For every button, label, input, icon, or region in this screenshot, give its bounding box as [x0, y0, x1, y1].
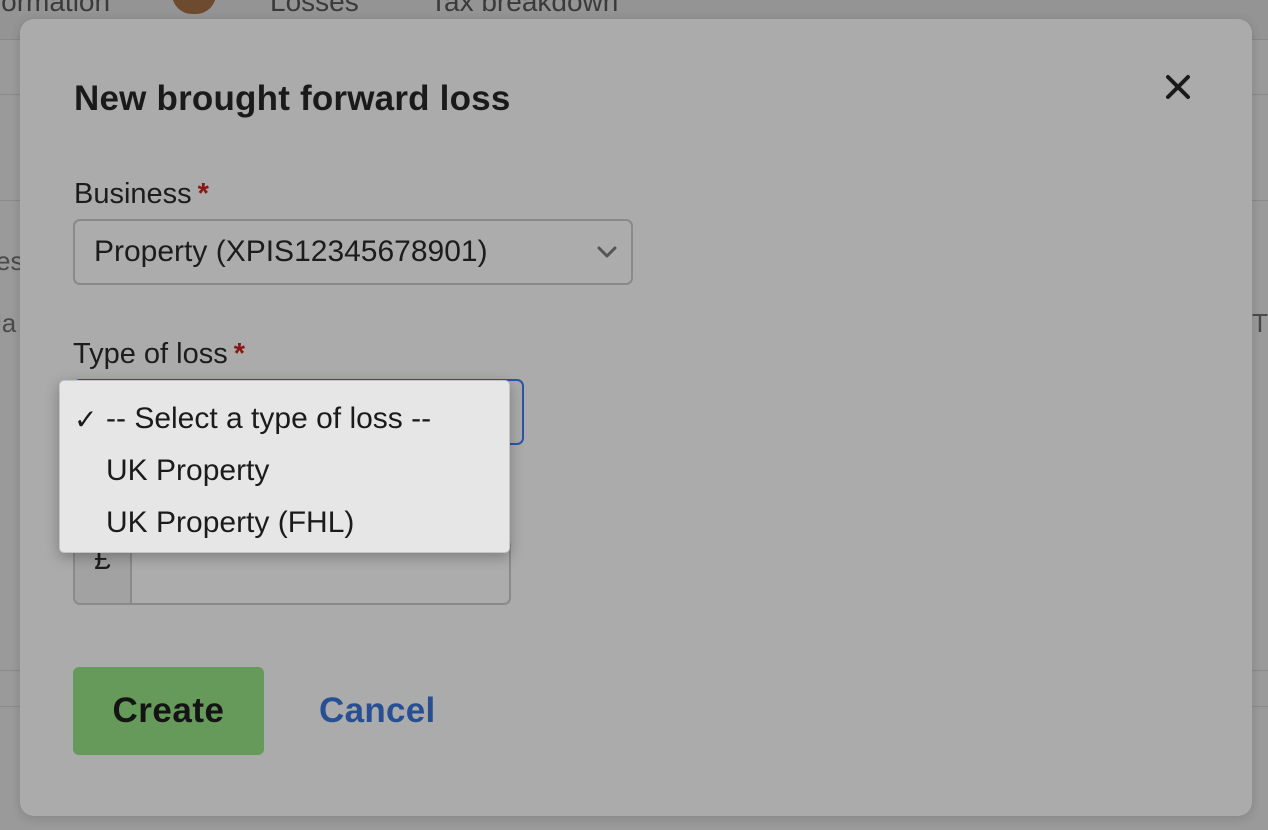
- bg-side-text: la: [0, 308, 17, 338]
- cancel-link[interactable]: Cancel: [319, 691, 436, 731]
- business-select-value: Property (XPIS12345678901): [94, 235, 488, 268]
- required-marker: *: [197, 178, 209, 210]
- modal-title: New brought forward loss: [74, 79, 511, 118]
- close-button[interactable]: [1162, 71, 1194, 103]
- create-button[interactable]: Create: [73, 667, 264, 755]
- dropdown-option-select[interactable]: ✓ -- Select a type of loss --: [60, 393, 509, 445]
- business-label-text: Business: [74, 178, 192, 210]
- type-of-loss-dropdown: ✓ -- Select a type of loss -- UK Propert…: [59, 380, 510, 553]
- dropdown-option-label: -- Select a type of loss --: [106, 402, 432, 435]
- avatar: [172, 0, 216, 14]
- dropdown-option-label: UK Property: [106, 454, 270, 487]
- bg-tab-losses: Losses: [270, 0, 359, 17]
- type-of-loss-label: Type of loss *: [73, 338, 245, 371]
- dropdown-option-uk-property-fhl[interactable]: UK Property (FHL): [60, 497, 509, 549]
- business-label: Business *: [74, 178, 209, 211]
- close-icon: [1166, 75, 1190, 99]
- required-marker: *: [233, 338, 246, 370]
- type-of-loss-label-text: Type of loss: [73, 338, 228, 370]
- bg-tab-tax-breakdown: Tax breakdown: [430, 0, 619, 17]
- dropdown-option-uk-property[interactable]: UK Property: [60, 445, 509, 497]
- bg-side-text: T: [1252, 308, 1268, 338]
- bg-tab-information: Information: [0, 0, 111, 17]
- chevron-down-icon: [597, 246, 617, 258]
- checkmark-icon: ✓: [74, 403, 98, 435]
- business-select[interactable]: Property (XPIS12345678901): [73, 219, 633, 285]
- dropdown-option-label: UK Property (FHL): [106, 506, 355, 539]
